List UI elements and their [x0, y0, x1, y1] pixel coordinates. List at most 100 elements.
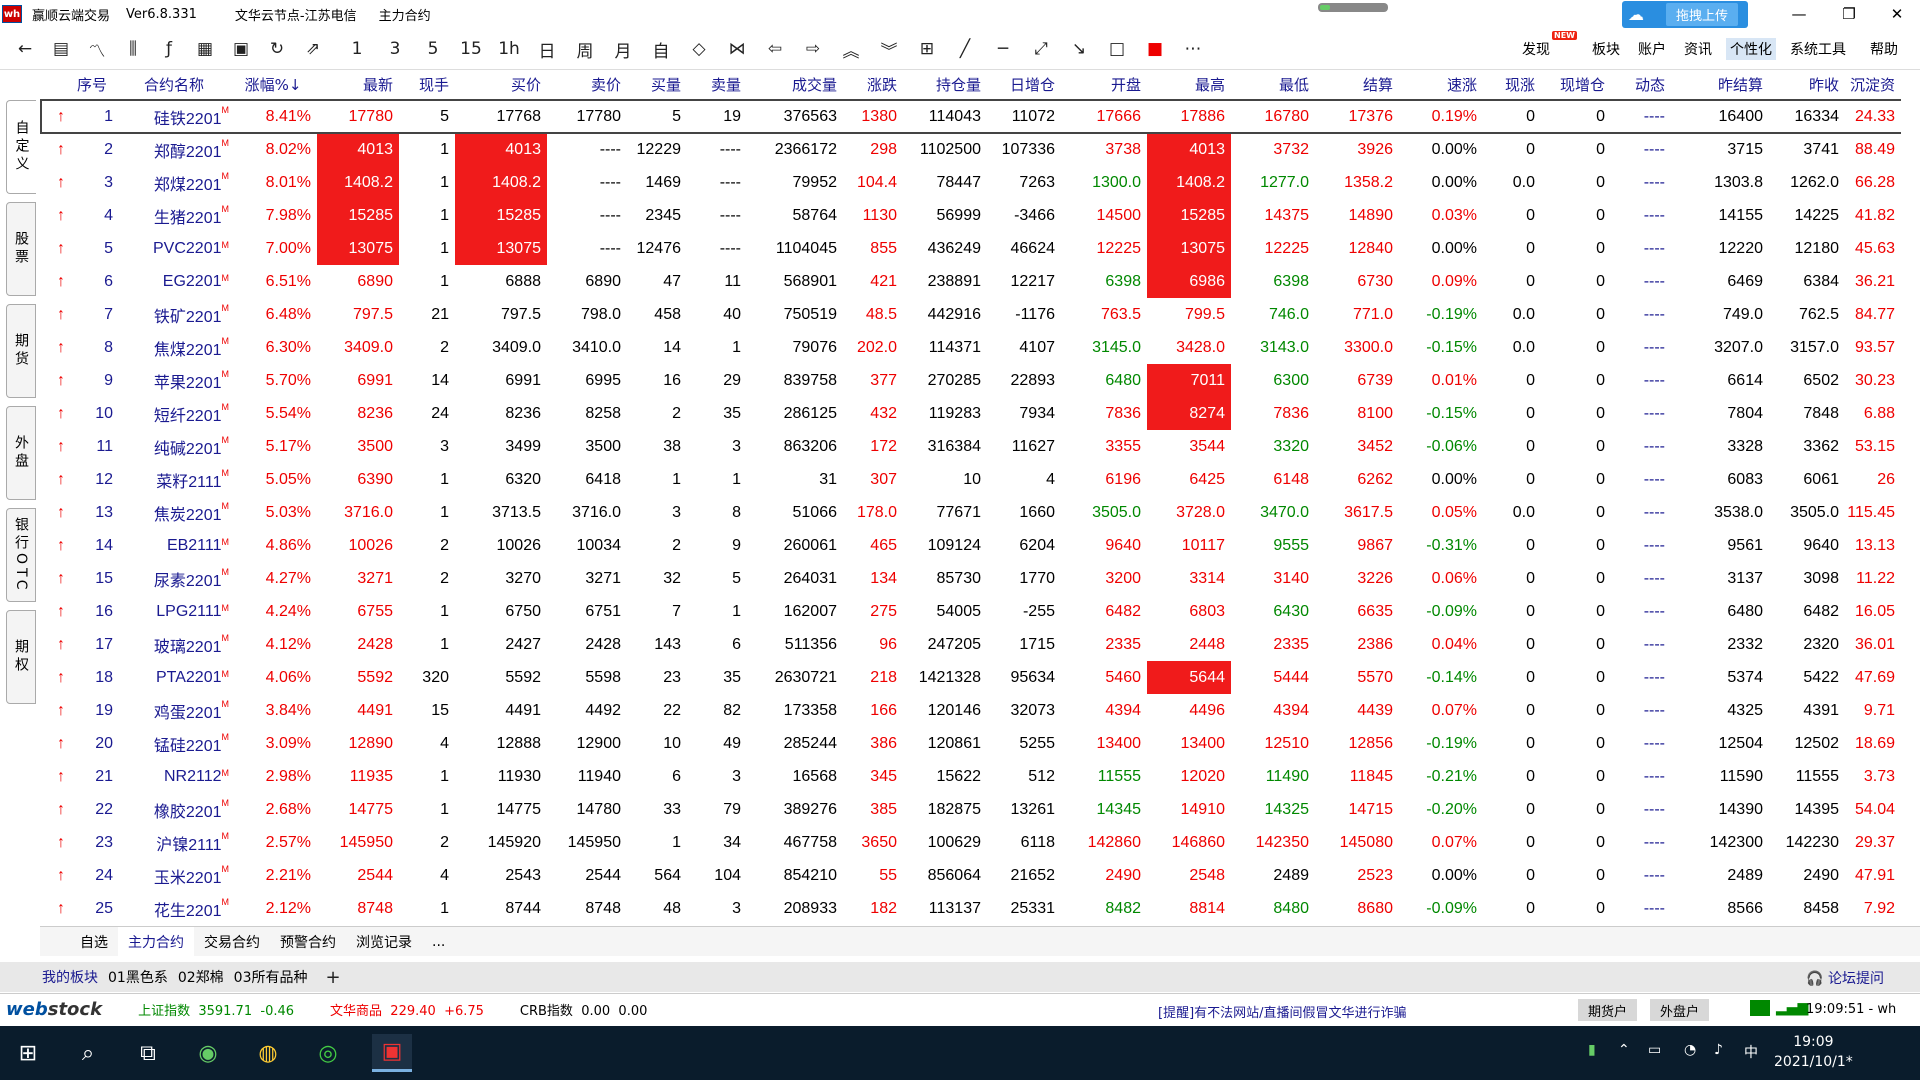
column-header-23[interactable]: 沉淀资 — [1845, 70, 1901, 100]
column-header-8[interactable]: 卖量 — [687, 70, 747, 100]
column-header-19[interactable]: 现增仓 — [1541, 70, 1611, 100]
calculator-icon[interactable]: ▦ — [192, 36, 218, 62]
windows-start-icon[interactable]: ⊞ — [8, 1034, 48, 1072]
side-tab-stocks[interactable]: 股票 — [6, 202, 36, 296]
draw-horizontal-icon[interactable]: ─ — [990, 36, 1016, 62]
table-row[interactable]: ↑ 18 PTA2201M 4.06% 5592 320 5592 5598 23 35 26307… — [41, 661, 1901, 694]
menu-personalize[interactable]: 个性化 — [1726, 38, 1776, 60]
table-row[interactable]: ↑ 13 焦炭2201M 5.03% 3716.0 1 3713.5 3716.0 3 8 5106… — [41, 496, 1901, 529]
table-row[interactable]: ↑ 23 沪镍2111M 2.57% 145950 2 145920 145950 1 34 467… — [41, 826, 1901, 859]
chevron-up-icon[interactable]: ⌃ — [1618, 1042, 1630, 1058]
table-row[interactable]: ↑ 11 纯碱2201M 5.17% 3500 3 3499 3500 38 3 863206 172… — [41, 430, 1901, 463]
table-row[interactable]: ↑ 6 EG2201M 6.51% 6890 1 6888 6890 47 11 568901 421… — [41, 265, 1901, 298]
column-header-5[interactable]: 买价 — [455, 70, 547, 100]
table-row[interactable]: ↑ 24 玉米2201M 2.21% 2544 4 2543 2544 564 104 854210… — [41, 859, 1901, 892]
plate-my[interactable]: 我的板块 — [42, 967, 98, 987]
table-row[interactable]: ↑ 16 LPG2111M 4.24% 6755 1 6750 6751 7 1 162007 275… — [41, 595, 1901, 628]
quote-list-icon[interactable]: ▤ — [48, 36, 74, 62]
server-node[interactable]: 文华云节点-江苏电信 — [235, 5, 357, 24]
battery-tray-icon[interactable]: ▮ — [1588, 1042, 1596, 1058]
formula-icon[interactable]: ƒ — [156, 36, 182, 62]
menu-sectors[interactable]: 板块 — [1592, 38, 1620, 60]
taskbar-clock[interactable]: 19:09 2021/10/1* — [1774, 1032, 1853, 1072]
table-row[interactable]: ↑ 17 玻璃2201M 4.12% 2428 1 2427 2428 143 6 511356 96… — [41, 628, 1901, 661]
period-5min[interactable]: 5 — [420, 36, 446, 62]
ime-icon[interactable]: 中 — [1744, 1042, 1758, 1062]
column-header-16[interactable]: 结算 — [1315, 70, 1399, 100]
wifi-icon[interactable]: ◔ — [1684, 1042, 1696, 1058]
move-right-icon[interactable]: ⇨ — [800, 36, 826, 62]
draw-ray-icon[interactable]: ⤢ — [1028, 36, 1054, 62]
layout-icon[interactable]: ⊞ — [914, 36, 940, 62]
zoom-in-icon[interactable]: ◇ — [686, 36, 712, 62]
table-row[interactable]: ↑ 14 EB2111M 4.86% 10026 2 10026 10034 2 9 260061 4… — [41, 529, 1901, 562]
period-week[interactable]: 周 — [572, 36, 598, 62]
back-arrow-icon[interactable]: ← — [12, 36, 38, 62]
tab-more[interactable]: ... — [422, 927, 455, 957]
restore-button[interactable]: ❐ — [1826, 0, 1872, 28]
table-row[interactable]: ↑ 9 苹果2201M 5.70% 6991 14 6991 6995 16 29 839758 37… — [41, 364, 1901, 397]
table-row[interactable]: ↑ 1 硅铁2201M 8.41% 17780 5 17768 17780 5 19 376563 1… — [40, 99, 1901, 134]
column-header-3[interactable]: 最新 — [317, 70, 399, 100]
menu-account[interactable]: 账户 — [1638, 38, 1666, 60]
table-row[interactable]: ↑ 2 郑醇2201M 8.02% 4013 1 4013 ---- 12229 ---- 2366… — [41, 133, 1901, 166]
table-row[interactable]: ↑ 22 橡胶2201M 2.68% 14775 1 14775 14780 33 79 38927… — [41, 793, 1901, 826]
plate-all[interactable]: 03所有品种 — [234, 967, 308, 987]
column-header-4[interactable]: 现手 — [399, 70, 455, 100]
column-header-1[interactable]: 合约名称 — [119, 70, 235, 100]
wh-index[interactable]: 文华商品 229.40 +6.75 — [330, 1000, 484, 1019]
futures-account-button[interactable]: 期货户 — [1578, 999, 1638, 1021]
side-tab-bank-otc[interactable]: 银行OTC — [6, 508, 36, 602]
table-row[interactable]: ↑ 25 花生2201M 2.12% 8748 1 8744 8748 48 3 208933 182… — [41, 892, 1901, 924]
table-row[interactable]: ↑ 5 PVC2201M 7.00% 13075 1 13075 ---- 12476 ---- 1… — [41, 232, 1901, 265]
menu-discover[interactable]: 发现 — [1522, 38, 1550, 60]
table-row[interactable]: ↑ 21 NR2112M 2.98% 11935 1 11930 11940 6 3 16568 34… — [41, 760, 1901, 793]
table-row[interactable]: ↑ 12 菜籽2111M 5.05% 6390 1 6320 6418 1 1 31 307 10 4 61… — [41, 463, 1901, 496]
fraud-warning[interactable]: [提醒]有不法网站/直播间假冒文华进行诈骗 — [1158, 1002, 1407, 1021]
more-icon[interactable]: ⋯ — [1180, 36, 1206, 62]
side-tab-futures[interactable]: 期货 — [6, 304, 36, 398]
color-picker-icon[interactable]: ■ — [1142, 36, 1168, 62]
column-header-6[interactable]: 卖价 — [547, 70, 627, 100]
table-row[interactable]: ↑ 19 鸡蛋2201M 3.84% 4491 15 4491 4492 22 82 173358 1… — [41, 694, 1901, 727]
refresh-icon[interactable]: ↻ — [264, 36, 290, 62]
ie-browser-icon[interactable]: ◉ — [188, 1034, 228, 1072]
column-header-13[interactable]: 开盘 — [1061, 70, 1147, 100]
page-up-icon[interactable]: ︽ — [838, 36, 864, 62]
tab-main-contracts[interactable]: 主力合约 — [118, 926, 194, 957]
plate-cotton[interactable]: 02郑棉 — [178, 967, 224, 987]
period-1min[interactable]: 1 — [344, 36, 370, 62]
line-chart-icon[interactable]: 〽 — [84, 36, 110, 62]
minimize-button[interactable]: — — [1776, 0, 1822, 28]
column-header-14[interactable]: 最高 — [1147, 70, 1231, 100]
volume-icon[interactable]: ♪ — [1714, 1042, 1723, 1058]
crb-index[interactable]: CRB指数 0.00 0.00 — [520, 1000, 647, 1019]
search-icon[interactable]: ⌕ — [68, 1034, 108, 1072]
keyboard-icon[interactable]: ▭ — [1648, 1042, 1661, 1058]
tab-trade-contracts[interactable]: 交易合约 — [194, 927, 270, 957]
period-custom[interactable]: 自 — [648, 36, 674, 62]
foreign-account-button[interactable]: 外盘户 — [1650, 999, 1710, 1021]
tab-alert-contracts[interactable]: 预警合约 — [270, 927, 346, 957]
table-row[interactable]: ↑ 10 短纤2201M 5.54% 8236 24 8236 8258 2 35 286125 43… — [41, 397, 1901, 430]
period-15min[interactable]: 15 — [458, 36, 484, 62]
wenhua-app-icon[interactable]: ▣ — [372, 1034, 412, 1072]
page-down-icon[interactable]: ︾ — [876, 36, 902, 62]
trend-icon[interactable]: ⇗ — [300, 36, 326, 62]
zoom-out-icon[interactable]: ⋈ — [724, 36, 750, 62]
table-row[interactable]: ↑ 7 铁矿2201M 6.48% 797.5 21 797.5 798.0 458 40 7505… — [41, 298, 1901, 331]
task-view-icon[interactable]: ⧉ — [128, 1034, 168, 1072]
column-header-2[interactable]: 涨幅%↓ — [235, 70, 317, 100]
close-button[interactable]: ✕ — [1874, 0, 1920, 28]
side-tab-custom[interactable]: 自定义 — [6, 100, 36, 194]
draw-line-icon[interactable]: ╱ — [952, 36, 978, 62]
column-header-0[interactable]: 序号 — [71, 70, 119, 100]
column-header-15[interactable]: 最低 — [1231, 70, 1315, 100]
move-left-icon[interactable]: ⇦ — [762, 36, 788, 62]
period-day[interactable]: 日 — [534, 36, 560, 62]
save-icon[interactable]: ▣ — [228, 36, 254, 62]
cloud-upload-button[interactable]: ☁ 拖拽上传 — [1622, 1, 1748, 28]
table-row[interactable]: ↑ 20 锰硅2201M 3.09% 12890 4 12888 12900 10 49 28524… — [41, 727, 1901, 760]
column-header-12[interactable]: 日增仓 — [987, 70, 1061, 100]
table-row[interactable]: ↑ 15 尿素2201M 4.27% 3271 2 3270 3271 32 5 264031 134… — [41, 562, 1901, 595]
